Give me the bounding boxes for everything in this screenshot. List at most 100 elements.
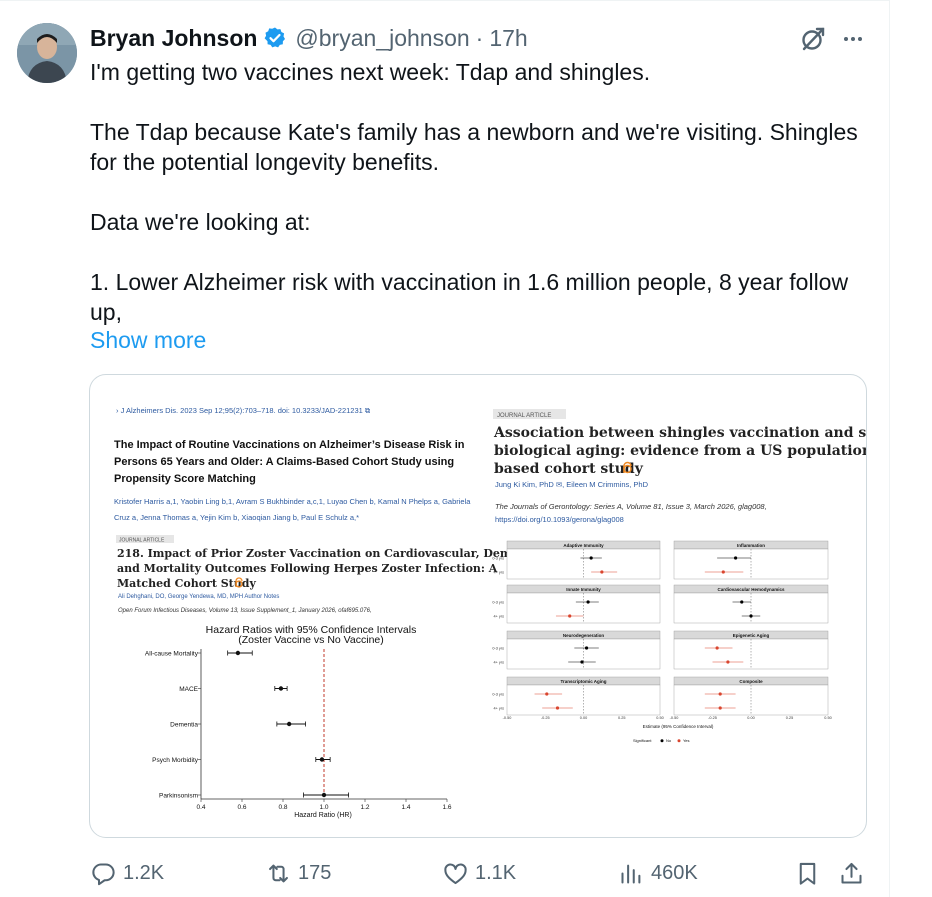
media-image[interactable]: › J Alzheimers Dis. 2023 Sep 12;95(2):70…: [89, 374, 867, 838]
panel-row-label: 4+ yrs: [494, 571, 505, 575]
hr-category-label: MACE: [179, 686, 198, 693]
bookmark-icon: [799, 862, 816, 885]
hr-x-tick-label: 1.4: [401, 804, 410, 811]
hr-category-label: Dementia: [170, 722, 198, 729]
right-paper-title: based cohort study: [494, 461, 644, 477]
hr-x-tick-label: 0.6: [237, 804, 246, 811]
panel-point: [734, 556, 738, 560]
tweet-line: I'm getting two vaccines next week: Tdap…: [90, 59, 651, 85]
panel-point: [600, 570, 604, 574]
tweet-line: 1. Lower Alzheimer risk with vaccination…: [90, 269, 849, 295]
like-button[interactable]: 1.1K: [442, 855, 516, 891]
right-paper-tag: JOURNAL ARTICLE: [497, 413, 551, 419]
right-paper-doi[interactable]: https://doi.org/10.1093/gerona/glag008: [495, 515, 624, 524]
left-paper-title: The Impact of Routine Vaccinations on Al…: [114, 439, 465, 451]
right-paper-journal: The Journals of Gerontology: Series A, V…: [495, 502, 767, 511]
right-paper-title: biological aging: evidence from a US pop…: [494, 443, 867, 459]
hr-category-label: All-cause Mortality: [145, 651, 199, 658]
hr-x-tick-label: 1.6: [442, 804, 451, 811]
hazard-ratio-chart: Hazard Ratios with 95% Confidence Interv…: [145, 624, 452, 819]
abstract-title: and Mortality Outcomes Following Herpes …: [117, 562, 498, 575]
panel-point: [568, 614, 572, 618]
tweet-line: for the potential longevity benefits.: [90, 149, 440, 175]
tweet-header: Bryan Johnson @bryan_johnson · 17h: [90, 23, 528, 53]
panel-point: [721, 570, 725, 574]
panel-point: [584, 646, 589, 650]
panel-x-tick-label: 0.00: [580, 716, 587, 720]
grok-icon[interactable]: [798, 24, 828, 54]
hr-x-tick-label: 1.0: [319, 804, 328, 811]
bookmark-button[interactable]: [794, 855, 827, 891]
author-name[interactable]: Bryan Johnson: [90, 25, 257, 52]
panel-row-label: 0-3 yrs: [492, 693, 504, 697]
hr-x-tick-label: 1.2: [360, 804, 369, 811]
abstract-title: 218. Impact of Prior Zoster Vaccination …: [117, 547, 547, 560]
hr-x-axis-label: Hazard Ratio (HR): [294, 812, 352, 819]
panel-row-label: 4+ yrs: [494, 661, 505, 665]
views-count: 460K: [651, 861, 698, 884]
panel-point: [718, 692, 722, 696]
avatar[interactable]: [17, 23, 77, 83]
panel-title: Inflammation: [737, 543, 765, 548]
panel-point: [726, 660, 730, 664]
panel-title: Adaptive Immunity: [563, 543, 604, 548]
panel-x-tick-label: -0.50: [503, 716, 512, 720]
hr-point: [321, 792, 327, 798]
panel-legend-label: Yes: [683, 738, 690, 743]
panel-x-tick-label: 0.25: [618, 716, 625, 720]
repost-icon: [269, 864, 288, 882]
more-icon[interactable]: [838, 24, 868, 54]
panel-point: [545, 692, 549, 696]
show-more-link[interactable]: Show more: [90, 325, 206, 355]
media-collage: › J Alzheimers Dis. 2023 Sep 12;95(2):70…: [114, 406, 867, 819]
panel-title: Neurodegeneration: [563, 633, 605, 638]
top-divider: [0, 0, 890, 1]
panel-x-tick-label: 0.50: [824, 716, 831, 720]
right-paper-authors: Jung Ki Kim, PhD ✉, Eileen M Crimmins, P…: [495, 480, 649, 489]
reply-button[interactable]: 1.2K: [90, 855, 164, 891]
repost-button[interactable]: 175: [265, 855, 331, 891]
share-button[interactable]: [838, 855, 871, 891]
panel-point: [715, 646, 719, 650]
tweet-text: I'm getting two vaccines next week: Tdap…: [90, 57, 870, 327]
views-button[interactable]: 460K: [618, 855, 698, 891]
left-paper-title: Propensity Score Matching: [114, 473, 256, 485]
panel-point: [589, 556, 593, 560]
panel-title: Innate Immunity: [566, 587, 601, 592]
panel-x-axis-label: Estimate (95% Confidence Interval): [643, 724, 714, 729]
left-paper-citation[interactable]: › J Alzheimers Dis. 2023 Sep 12;95(2):70…: [116, 406, 371, 415]
hr-chart-subtitle: (Zoster Vaccine vs No Vaccine): [238, 634, 384, 646]
panel-x-tick-label: -0.25: [708, 716, 717, 720]
verified-badge-icon: [263, 26, 287, 50]
panel-point: [740, 600, 744, 604]
panel-x-tick-label: -0.50: [670, 716, 679, 720]
tweet-line: up,: [90, 299, 122, 325]
panel-point: [555, 706, 560, 710]
panel-title: Composite: [739, 679, 763, 684]
panel-point: [718, 706, 722, 710]
panel-row-label: 0-3 yrs: [492, 601, 504, 605]
like-count: 1.1K: [475, 861, 517, 884]
panel-title: Transcriptomic Aging: [560, 679, 606, 684]
hr-point: [235, 650, 241, 656]
panel-x-tick-label: 0.50: [656, 716, 663, 720]
author-handle[interactable]: @bryan_johnson: [295, 25, 469, 52]
hr-point: [278, 686, 284, 691]
biological-aging-chart: Estimate (95% Confidence Interval) Adapt…: [492, 540, 832, 743]
views-icon: [621, 864, 641, 884]
panel-legend-marker: [677, 739, 681, 743]
panel-legend-marker: [660, 739, 664, 743]
left-paper-authors: Cruz a, Jenna Thomas a, Yejin Kim b, Xia…: [114, 513, 359, 522]
hr-category-label: Psych Morbidity: [152, 757, 199, 764]
panel-row-label: 0-3 yrs: [492, 647, 504, 651]
tweet-time[interactable]: 17h: [489, 25, 527, 52]
hr-category-label: Parkinsonism: [159, 793, 198, 800]
left-paper-title: Persons 65 Years and Older: A Claims-Bas…: [114, 456, 454, 468]
panel-title: Epigenetic Aging: [733, 633, 770, 638]
abstract-authors: Ali Dehghani, DO, George Yendewa, MD, MP…: [118, 594, 279, 600]
right-divider: [889, 0, 890, 897]
panel-row-label: 4+ yrs: [494, 615, 505, 619]
